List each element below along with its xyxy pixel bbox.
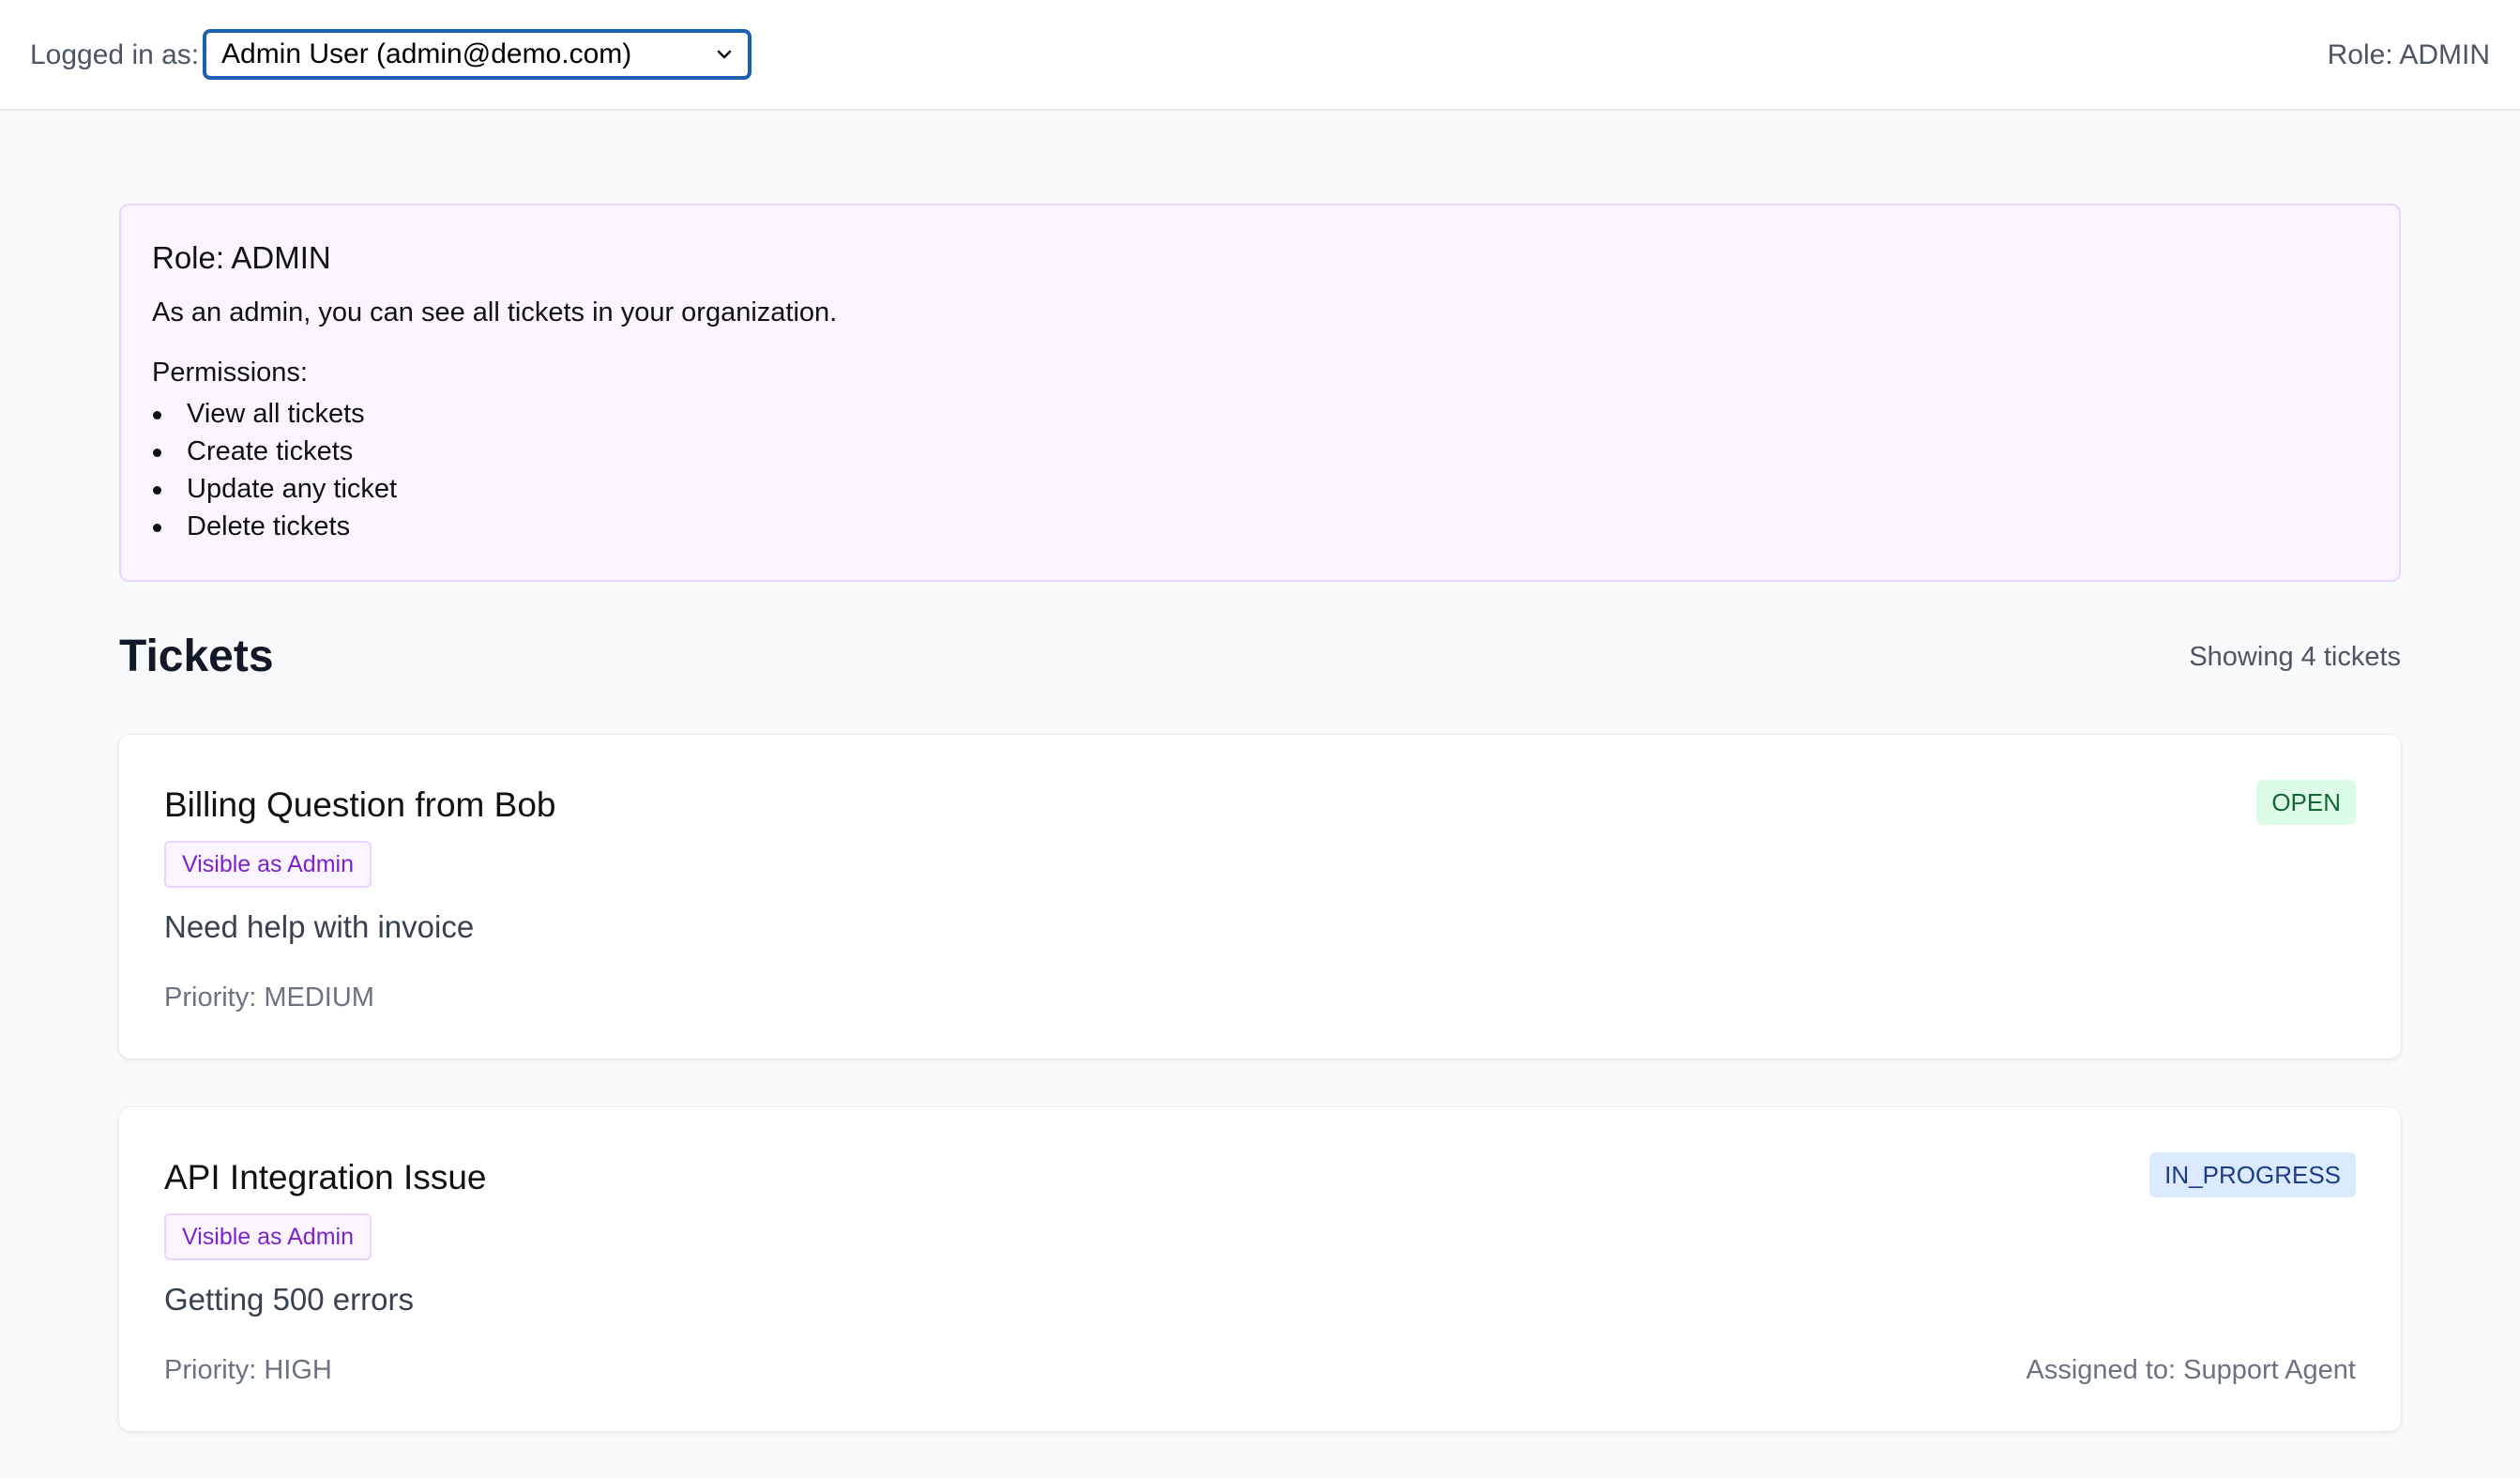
user-select-value: Admin User (admin@demo.com) <box>221 38 632 69</box>
ticket-title: API Integration Issue <box>164 1158 487 1196</box>
role-title: Role: ADMIN <box>152 240 331 275</box>
bullet-icon <box>153 411 161 419</box>
ticket-priority: Priority: HIGH <box>164 1355 332 1385</box>
permissions-list: View all tickets Create tickets Update a… <box>152 397 397 547</box>
bullet-icon <box>153 449 161 457</box>
ticket-assignee: Assigned to: Support Agent <box>2026 1355 2356 1385</box>
chevron-down-icon <box>710 33 738 76</box>
permission-item: Update any ticket <box>152 472 397 510</box>
role-info-panel: Role: ADMIN As an admin, you can see all… <box>119 204 2401 582</box>
ticket-priority: Priority: MEDIUM <box>164 983 374 1013</box>
current-role-label: Role: ADMIN <box>2327 39 2490 70</box>
permission-label: Delete tickets <box>187 511 351 541</box>
permission-label: Update any ticket <box>187 474 398 504</box>
logged-in-label: Logged in as: <box>30 39 200 70</box>
permission-item: Delete tickets <box>152 510 397 547</box>
permissions-label: Permissions: <box>152 358 308 388</box>
bullet-icon <box>153 524 161 532</box>
permission-item: Create tickets <box>152 434 397 472</box>
tickets-heading: Tickets <box>119 632 274 681</box>
permission-label: View all tickets <box>187 399 365 429</box>
ticket-card[interactable]: API Integration Issue Visible as Admin G… <box>119 1107 2401 1431</box>
permission-item: View all tickets <box>152 397 397 434</box>
ticket-description: Need help with invoice <box>164 909 475 944</box>
user-select[interactable]: Admin User (admin@demo.com) <box>203 29 751 80</box>
ticket-card[interactable]: Billing Question from Bob Visible as Adm… <box>119 735 2401 1059</box>
bullet-icon <box>153 486 161 495</box>
visibility-badge: Visible as Admin <box>164 841 372 888</box>
ticket-description: Getting 500 errors <box>164 1282 414 1317</box>
visibility-badge: Visible as Admin <box>164 1213 372 1260</box>
status-badge: IN_PROGRESS <box>2149 1152 2356 1197</box>
top-bar: Logged in as: Admin User (admin@demo.com… <box>0 0 2520 111</box>
ticket-title: Billing Question from Bob <box>164 785 556 824</box>
tickets-count: Showing 4 tickets <box>2189 642 2401 672</box>
permission-label: Create tickets <box>187 436 354 466</box>
role-description: As an admin, you can see all tickets in … <box>152 297 838 328</box>
status-badge: OPEN <box>2256 780 2356 825</box>
